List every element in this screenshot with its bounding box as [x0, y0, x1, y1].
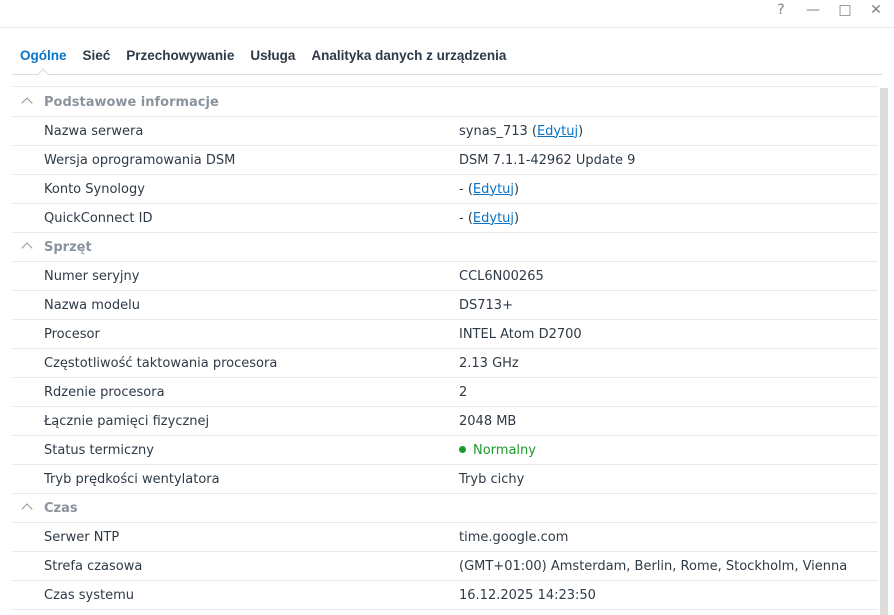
chevron-up-icon — [21, 242, 33, 254]
help-icon[interactable]: ? — [771, 2, 791, 18]
row-value: 16.12.2025 14:23:50 — [459, 588, 596, 603]
table-row: Procesor INTEL Atom D2700 — [12, 320, 878, 349]
value-text: 2 — [459, 384, 468, 400]
section-header[interactable]: Podstawowe informacje — [12, 88, 878, 117]
row-value: time.google.com — [459, 530, 568, 545]
chevron-up-icon — [21, 97, 33, 109]
row-label: Status termiczny — [44, 442, 154, 458]
status-text: Normalny — [473, 442, 536, 458]
close-icon[interactable]: ✕ — [866, 2, 886, 18]
row-label: Częstotliwość taktowania procesora — [44, 355, 278, 371]
row-label: Serwer NTP — [44, 529, 120, 545]
value-text: synas_713 ( — [459, 123, 537, 139]
table-row: Nazwa modelu DS713+ — [12, 291, 878, 320]
table-row: Tryb prędkości wentylatora Tryb cichy — [12, 465, 878, 494]
tab-network[interactable]: Sieć — [75, 40, 119, 74]
value-text: INTEL Atom D2700 — [459, 326, 582, 342]
tab-general[interactable]: Ogólne — [12, 40, 75, 74]
edit-link[interactable]: Edytuj — [473, 182, 514, 197]
tab-device-analytics[interactable]: Analityka danych z urządzenia — [303, 40, 514, 74]
row-value: 2048 MB — [459, 414, 516, 429]
value-text: - ( — [459, 210, 473, 226]
row-label: Nazwa modelu — [44, 297, 140, 313]
section-header[interactable]: Czas — [12, 494, 878, 523]
value-text: Tryb cichy — [459, 471, 525, 487]
row-label: Czas systemu — [44, 587, 135, 603]
status-dot-icon — [459, 445, 466, 453]
value-suffix: ) — [514, 181, 520, 197]
table-row: Wersja oprogramowania DSM DSM 7.1.1-42962… — [12, 146, 878, 175]
value-suffix: ) — [578, 123, 584, 139]
section-title: Podstawowe informacje — [44, 94, 219, 110]
row-value: Normalny — [459, 443, 536, 458]
table-row: Konto Synology - (Edytuj) — [12, 175, 878, 204]
table-row: Częstotliwość taktowania procesora 2.13 G… — [12, 349, 878, 378]
row-value: (GMT+01:00) Amsterdam, Berlin, Rome, Sto… — [459, 559, 847, 574]
value-text: 16.12.2025 14:23:50 — [459, 587, 596, 603]
minimize-icon[interactable]: — — [803, 2, 823, 18]
table-row: Serwer NTP time.google.com — [12, 523, 878, 552]
divider — [12, 86, 878, 87]
table-row: Rdzenie procesora 2 — [12, 378, 878, 407]
maximize-icon[interactable]: □ — [835, 2, 855, 18]
value-text: DS713+ — [459, 297, 513, 313]
row-value: - (Edytuj) — [459, 211, 519, 226]
table-row: Nazwa serwera synas_713 (Edytuj) — [12, 117, 878, 146]
title-bar: ? — □ ✕ — [0, 0, 894, 28]
section-title: Sprzęt — [44, 239, 92, 255]
row-value: 2.13 GHz — [459, 356, 519, 371]
row-label: Rdzenie procesora — [44, 384, 165, 400]
value-text: (GMT+01:00) Amsterdam, Berlin, Rome, Sto… — [459, 558, 848, 574]
value-suffix: ) — [514, 210, 520, 226]
table-row: Czas systemu 16.12.2025 14:23:50 — [12, 581, 878, 610]
table-row: Status termiczny Normalny — [12, 436, 878, 465]
row-label: Tryb prędkości wentylatora — [44, 471, 220, 487]
info-table: Podstawowe informacje Nazwa serwera synas_… — [12, 88, 878, 610]
row-value: DS713+ — [459, 298, 513, 313]
scrollbar[interactable] — [880, 88, 888, 615]
row-value: DSM 7.1.1-42962 Update 9 — [459, 153, 635, 168]
row-label: QuickConnect ID — [44, 210, 153, 226]
tab-bar: Ogólne Sieć Przechowywanie Usługa Analit… — [12, 40, 882, 75]
section-title: Czas — [44, 500, 78, 516]
value-text: time.google.com — [459, 529, 569, 545]
row-label: Strefa czasowa — [44, 558, 143, 574]
row-label: Nazwa serwera — [44, 123, 144, 139]
row-value: CCL6N00265 — [459, 269, 544, 284]
tab-service[interactable]: Usługa — [242, 40, 303, 74]
row-value: - (Edytuj) — [459, 182, 519, 197]
value-text: CCL6N00265 — [459, 268, 544, 284]
row-label: Procesor — [44, 326, 100, 342]
row-label: Wersja oprogramowania DSM — [44, 152, 236, 168]
table-row: Łącznie pamięci fizycznej 2048 MB — [12, 407, 878, 436]
chevron-up-icon — [21, 503, 33, 515]
edit-link[interactable]: Edytuj — [473, 211, 514, 226]
table-row: Numer seryjny CCL6N00265 — [12, 262, 878, 291]
row-value: Tryb cichy — [459, 472, 524, 487]
row-label: Konto Synology — [44, 181, 145, 197]
row-label: Łącznie pamięci fizycznej — [44, 413, 210, 429]
edit-link[interactable]: Edytuj — [537, 124, 578, 139]
value-text: 2048 MB — [459, 413, 517, 429]
tab-storage[interactable]: Przechowywanie — [118, 40, 242, 74]
value-text: - ( — [459, 181, 473, 197]
row-value: INTEL Atom D2700 — [459, 327, 582, 342]
table-row: QuickConnect ID - (Edytuj) — [12, 204, 878, 233]
value-text: DSM 7.1.1-42962 Update 9 — [459, 152, 636, 168]
section-header[interactable]: Sprzęt — [12, 233, 878, 262]
table-row: Strefa czasowa (GMT+01:00) Amsterdam, Ber… — [12, 552, 878, 581]
row-value: synas_713 (Edytuj) — [459, 124, 583, 139]
row-value: 2 — [459, 385, 467, 400]
row-label: Numer seryjny — [44, 268, 140, 284]
value-text: 2.13 GHz — [459, 355, 519, 371]
